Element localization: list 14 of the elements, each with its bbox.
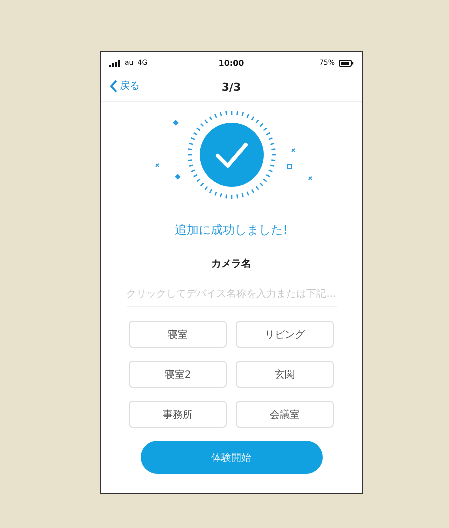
room-name-option[interactable]: リビング: [236, 321, 334, 348]
room-name-option[interactable]: 寝室2: [129, 361, 227, 388]
step-title: 3/3: [222, 81, 242, 94]
camera-name-label: カメラ名: [212, 258, 252, 271]
back-button[interactable]: 戻る: [110, 79, 140, 93]
signal-icon: [109, 60, 121, 66]
room-name-option[interactable]: 寝室: [129, 321, 227, 348]
success-message: 追加に成功しました!: [175, 222, 288, 239]
chevron-left-icon: [110, 80, 118, 92]
room-name-option[interactable]: 会議室: [236, 401, 334, 428]
battery-icon: [339, 60, 354, 66]
room-name-option[interactable]: 事務所: [129, 401, 227, 428]
room-name-option[interactable]: 玄関: [236, 361, 334, 388]
clock-text: 10:00: [218, 58, 244, 68]
